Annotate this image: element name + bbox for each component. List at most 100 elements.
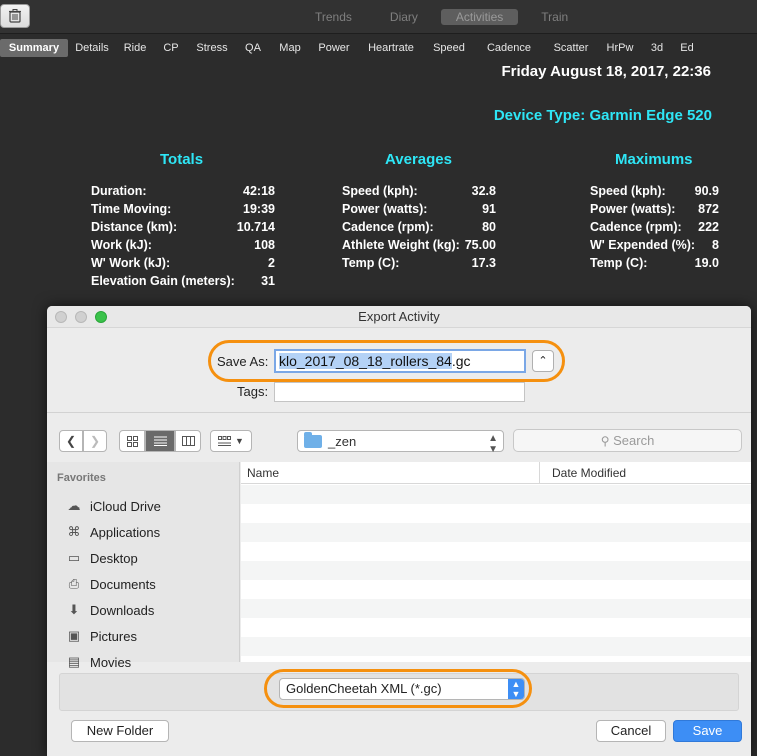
- stat-label: Work (kJ):: [91, 238, 152, 252]
- column-separator: [539, 462, 540, 484]
- maximums-stat-row: Power (watts): 872: [590, 202, 719, 220]
- tab-heartrate[interactable]: Heartrate: [358, 42, 424, 54]
- file-list-row: [241, 637, 751, 656]
- view-trends[interactable]: Trends: [300, 9, 367, 25]
- filename-input[interactable]: klo_2017_08_18_rollers_84.gc: [274, 349, 526, 373]
- averages-stat-row: Temp (C): 17.3: [342, 256, 496, 274]
- tab-details[interactable]: Details: [68, 42, 116, 54]
- desktop-icon: ▭: [67, 550, 81, 565]
- arrange-icon: [218, 436, 232, 446]
- cloud-icon: ☁: [67, 498, 81, 513]
- sidebar-item-pictures[interactable]: ▣ Pictures: [65, 623, 137, 649]
- stat-value: 91: [482, 202, 496, 216]
- stat-value: 19:39: [243, 202, 275, 216]
- sidebar-item-label: Downloads: [90, 602, 155, 618]
- stat-label: Temp (C):: [590, 256, 648, 270]
- stat-value: 872: [698, 202, 719, 216]
- dialog-title: Export Activity: [358, 309, 440, 324]
- averages-table: Speed (kph): 32.8 Power (watts): 91 Cadence …: [342, 184, 496, 274]
- tab-scatter[interactable]: Scatter: [544, 42, 598, 54]
- file-list-row: [241, 523, 751, 542]
- tab-speed[interactable]: Speed: [424, 42, 474, 54]
- stat-value: 19.0: [694, 256, 719, 270]
- file-list-row: [241, 561, 751, 580]
- view-train[interactable]: Train: [526, 9, 583, 25]
- name-column-header[interactable]: Name: [247, 466, 279, 480]
- averages-stat-row: Power (watts): 91: [342, 202, 496, 220]
- updown-arrows-icon: ▲ ▼: [508, 679, 524, 699]
- cancel-button[interactable]: Cancel: [596, 720, 666, 742]
- view-switcher: Trends Diary Activities Train: [300, 9, 591, 25]
- tab-stress[interactable]: Stress: [188, 42, 236, 54]
- close-window-button[interactable]: [55, 311, 67, 323]
- totals-stat-row: Duration: 42:18: [91, 184, 275, 202]
- column-view-button[interactable]: [175, 430, 201, 452]
- tab-hrpw[interactable]: HrPw: [598, 42, 642, 54]
- averages-heading: Averages: [385, 151, 452, 168]
- sidebar-item-label: Movies: [90, 654, 132, 670]
- new-folder-button[interactable]: New Folder: [71, 720, 169, 742]
- stat-label: Elevation Gain (meters):: [91, 274, 235, 288]
- file-format-select[interactable]: GoldenCheetah XML (*.gc) ▲ ▼: [279, 678, 525, 700]
- icon-view-button[interactable]: [119, 430, 145, 452]
- stat-label: Duration:: [91, 184, 147, 198]
- tab-power[interactable]: Power: [310, 42, 358, 54]
- view-activities[interactable]: Activities: [440, 9, 519, 25]
- stat-value: 32.8: [471, 184, 496, 198]
- stat-value: 75.00: [464, 238, 496, 252]
- device-type: Device Type: Garmin Edge 520: [493, 107, 712, 124]
- tab-qa[interactable]: QA: [236, 42, 270, 54]
- search-placeholder: Search: [613, 433, 655, 448]
- activity-date: Friday August 18, 2017, 22:36: [501, 63, 711, 80]
- averages-stat-row: Athlete Weight (kg): 75.00: [342, 238, 496, 256]
- tab-cp[interactable]: CP: [154, 42, 188, 54]
- tab-3d[interactable]: 3d: [642, 42, 672, 54]
- tab-ed[interactable]: Ed: [672, 42, 702, 54]
- tags-input[interactable]: [274, 382, 525, 402]
- stat-value: 17.3: [471, 256, 496, 270]
- sidebar-item-documents[interactable]: ⎙ Documents: [65, 571, 156, 597]
- film-icon: ▤: [67, 654, 81, 669]
- file-list[interactable]: Name Date Modified: [241, 462, 751, 662]
- list-icon: [153, 436, 167, 446]
- zoom-window-button[interactable]: [95, 311, 107, 323]
- filename-selected-text: klo_2017_08_18_rollers_84: [279, 353, 452, 369]
- tab-map[interactable]: Map: [270, 42, 310, 54]
- stat-value: 222: [698, 220, 719, 234]
- delete-button[interactable]: [0, 4, 30, 28]
- file-list-row: [241, 618, 751, 637]
- tab-summary[interactable]: Summary: [0, 39, 68, 57]
- applications-icon: ⌘: [67, 524, 81, 539]
- stat-label: Power (watts):: [342, 202, 428, 216]
- favorites-heading: Favorites: [57, 472, 106, 484]
- maximums-heading: Maximums: [615, 151, 693, 168]
- tab-ride[interactable]: Ride: [116, 42, 154, 54]
- minimize-window-button[interactable]: [75, 311, 87, 323]
- chevron-right-icon: ❯: [89, 434, 101, 448]
- sidebar-item-movies[interactable]: ▤ Movies: [65, 649, 131, 675]
- arrange-button[interactable]: ▼: [210, 430, 252, 452]
- tags-label: Tags:: [237, 384, 269, 399]
- totals-stat-row: W' Work (kJ): 2: [91, 256, 275, 274]
- sidebar-item-icloud-drive[interactable]: ☁ iCloud Drive: [65, 493, 161, 519]
- collapse-dialog-button[interactable]: ⌃: [532, 350, 554, 372]
- save-button[interactable]: Save: [673, 720, 742, 742]
- file-list-row: [241, 580, 751, 599]
- forward-button[interactable]: ❯: [83, 430, 107, 452]
- stat-label: Temp (C):: [342, 256, 400, 270]
- sidebar-item-applications[interactable]: ⌘ Applications: [65, 519, 161, 545]
- view-diary[interactable]: Diary: [375, 9, 433, 25]
- tab-cadence[interactable]: Cadence: [474, 42, 544, 54]
- sidebar-item-desktop[interactable]: ▭ Desktop: [65, 545, 138, 571]
- date-column-header[interactable]: Date Modified: [552, 466, 626, 480]
- sidebar-item-label: Applications: [90, 524, 161, 540]
- list-view-button[interactable]: [145, 430, 175, 452]
- totals-heading: Totals: [160, 151, 204, 168]
- file-list-row: [241, 485, 751, 504]
- sidebar-item-downloads[interactable]: ⬇ Downloads: [65, 597, 155, 623]
- back-button[interactable]: ❮: [59, 430, 83, 452]
- location-popup[interactable]: _zen ▲ ▼: [297, 430, 504, 455]
- stat-value: 42:18: [243, 184, 275, 198]
- stat-label: Power (watts):: [590, 202, 676, 216]
- search-field[interactable]: ⚲ Search: [513, 429, 742, 452]
